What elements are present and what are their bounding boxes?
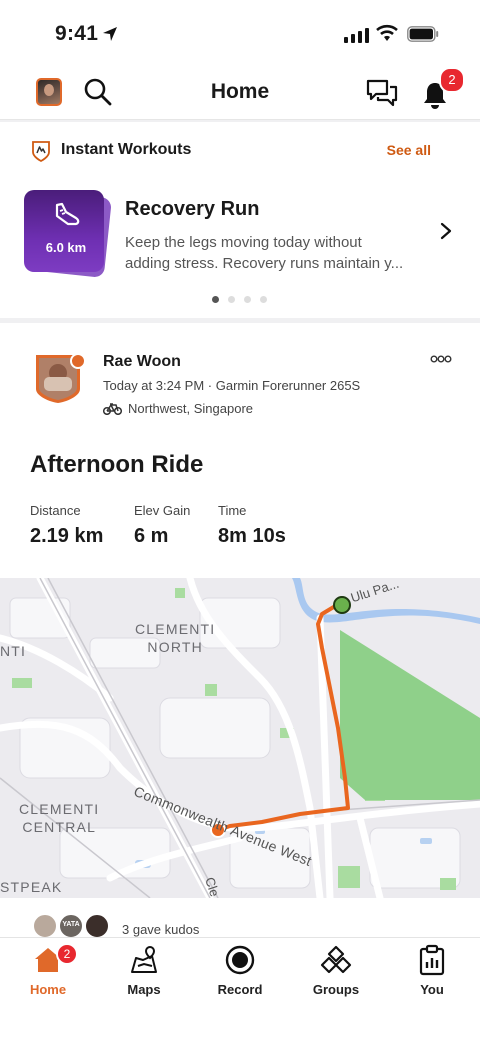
notifications-button[interactable]: 2 [418,67,465,112]
route-start-marker [333,596,351,614]
home-badge: 2 [56,943,78,965]
pager-dot[interactable] [212,296,219,303]
status-bar: 9:41 [0,0,480,66]
activity-card[interactable]: Rae Woon Today at 3:24 PM · Garmin Forer… [0,323,480,939]
notification-badge: 2 [439,67,465,93]
map-label-clementi-central: CLEMENTI CENTRAL [19,801,100,835]
workout-description: Keep the legs moving today without addin… [125,234,404,272]
workout-card[interactable]: 6.0 km Recovery Run Keep the legs moving… [24,188,464,278]
stat-elev-gain: Elev Gain 6 m [134,503,191,547]
tab-home[interactable]: 2 Home [0,943,96,997]
location-text: Northwest, Singapore [128,401,254,416]
activity-title[interactable]: Afternoon Ride [30,451,203,479]
pager-dot[interactable] [228,296,235,303]
you-icon [419,944,445,976]
workout-shield-icon [32,141,50,162]
section-title: Instant Workouts [61,141,192,158]
map-label-nti: NTI [0,643,27,659]
route-map[interactable]: CLEMENTI NORTH CLEMENTI CENTRAL NTI STPEAK… [0,578,480,898]
kudos-row[interactable]: YATA 3 gave kudos [0,913,480,939]
stat-time: Time 8m 10s [218,503,286,547]
shoe-icon [55,202,80,226]
tab-record[interactable]: Record [192,944,288,997]
carousel-pager[interactable] [212,296,267,303]
stat-distance: Distance 2.19 km [30,503,104,547]
workout-name: Recovery Run [125,198,260,220]
status-time: 9:41 [55,22,99,45]
maps-icon [131,945,157,973]
more-options-icon[interactable] [430,355,452,363]
bike-icon [103,403,122,415]
wifi-icon [376,24,398,41]
activity-location: Northwest, Singapore [103,401,253,416]
cellular-signal-icon [344,27,369,43]
athlete-name[interactable]: Rae Woon [103,353,181,371]
battery-icon [407,26,439,42]
record-icon [225,945,255,975]
athlete-avatar[interactable] [34,353,86,405]
kudo-avatar[interactable] [32,913,58,939]
map-label-clementi-north: CLEMENTI NORTH [135,621,216,655]
groups-icon [320,945,352,974]
verified-badge [70,353,86,369]
map-canvas [0,578,480,898]
tab-you[interactable]: You [384,944,480,997]
workout-distance: 6.0 km [45,240,87,255]
tab-bar: 2 Home Maps Record Groups You [0,937,480,1039]
instant-workouts-section: Instant Workouts See all 6.0 km Recovery… [0,122,480,318]
top-header: Home 2 [0,66,480,120]
chevron-right-icon[interactable] [438,222,454,240]
tab-maps[interactable]: Maps [96,944,192,997]
kudo-avatar[interactable]: YATA [58,913,84,939]
page-title: Home [210,80,270,103]
see-all-link[interactable]: See all [387,142,431,158]
kudo-avatar[interactable] [84,913,110,939]
workout-thumbnail: 6.0 km [24,188,112,278]
pager-dot[interactable] [260,296,267,303]
kudos-text[interactable]: 3 gave kudos [122,922,199,937]
map-label-stpeak: STPEAK [0,879,63,895]
activity-meta: Today at 3:24 PM · Garmin Forerunner 265… [103,378,361,393]
park-area [340,630,480,800]
chat-icon[interactable] [366,78,398,108]
tab-groups[interactable]: Groups [288,944,384,997]
location-arrow-icon [103,27,117,41]
pager-dot[interactable] [244,296,251,303]
